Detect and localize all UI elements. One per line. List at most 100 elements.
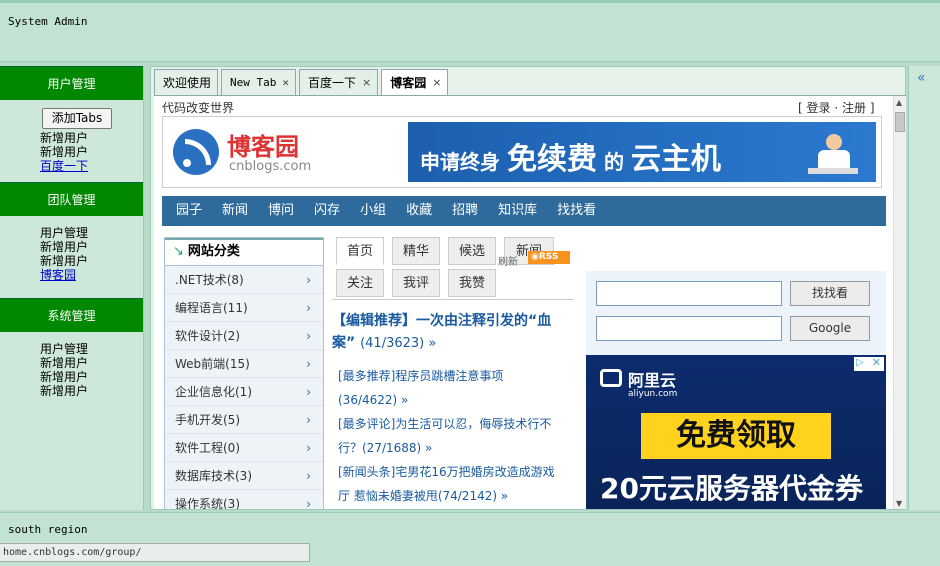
scroll-down-icon[interactable]: ▼ xyxy=(896,499,902,508)
tab-close-icon[interactable]: × xyxy=(282,71,289,95)
nav-item[interactable]: 小组 xyxy=(360,196,386,226)
register-link[interactable]: 注册 xyxy=(842,101,866,115)
editor-pick[interactable]: 【编辑推荐】一次由注释引发的“血案” (41/3623) » xyxy=(332,310,562,355)
category-item[interactable]: Web前端(15) › xyxy=(165,350,323,378)
category-item[interactable]: 手机开发(5) › xyxy=(165,406,323,434)
cnblogs-logo[interactable]: 博客园 cnblogs.com xyxy=(173,127,343,179)
site-nav: 园子 新闻 博问 闪存 小组 收藏 招聘 知识库 找找看 xyxy=(162,196,886,226)
refresh-link[interactable]: 刷新 xyxy=(498,253,518,268)
post-tab-home[interactable]: 首页 xyxy=(336,237,384,265)
accordion-header-system-management[interactable]: 系统管理 xyxy=(0,298,143,332)
news-item-stat[interactable]: 行？(27/1688) » xyxy=(338,436,563,460)
separator: · xyxy=(834,101,839,115)
scroll-up-icon[interactable]: ▲ xyxy=(896,98,902,107)
news-item[interactable]: [新闻头条]宅男花16万把婚房改造成游戏 xyxy=(338,460,563,484)
post-tab-my-likes[interactable]: 我赞 xyxy=(448,269,496,297)
login-link[interactable]: 登录 xyxy=(807,101,831,115)
tab-cnblogs[interactable]: 博客园 × xyxy=(381,69,449,96)
menu-item[interactable]: 新增用户 xyxy=(40,370,143,384)
bracket: [ xyxy=(798,101,803,115)
sidebar-title: 网站分类 xyxy=(187,244,240,259)
category-item[interactable]: 企业信息化(1) › xyxy=(165,378,323,406)
chevron-right-icon: › xyxy=(306,469,311,483)
news-list: [最多推荐]程序员跳槽注意事项 (36/4622) » [最多评论]为生活可以忍… xyxy=(338,364,563,508)
link-baidu[interactable]: 百度一下 xyxy=(40,159,143,173)
corner-arrow-icon: ↘ xyxy=(173,244,184,259)
accordion-header-user-management[interactable]: 用户管理 xyxy=(0,66,143,100)
tab-label: 百度一下 xyxy=(308,75,357,90)
post-tab-featured[interactable]: 精华 xyxy=(392,237,440,265)
ad-coupon: 20元云服务器代金券 xyxy=(600,472,863,505)
nav-item[interactable]: 博问 xyxy=(268,196,294,226)
tab-close-icon[interactable]: × xyxy=(432,71,441,95)
news-item[interactable]: [最多评论]为生活可以忍，侮辱技术行不 xyxy=(338,412,563,436)
category-item[interactable]: 操作系统(3) › xyxy=(165,490,323,509)
aliyun-ad[interactable]: ▷ ✕ 阿里云 aliyun.com 免费领取 20元云服务器代金券 xyxy=(586,355,886,509)
category-item[interactable]: .NET技术(8) › xyxy=(165,266,323,294)
rss-badge[interactable]: ◉RSS xyxy=(528,251,570,264)
category-item[interactable]: 软件工程(0) › xyxy=(165,434,323,462)
site-search-input[interactable] xyxy=(596,281,782,306)
ad-brand: 阿里云 aliyun.com xyxy=(628,367,677,399)
accordion-header-team-management[interactable]: 团队管理 xyxy=(0,182,143,216)
chevron-right-icon: › xyxy=(306,497,311,509)
adchoices-icon[interactable]: ▷ ✕ xyxy=(854,356,884,371)
expand-icon[interactable]: « xyxy=(917,70,926,86)
menu-item[interactable]: 新增用户 xyxy=(40,145,143,159)
menu-item[interactable]: 新增用户 xyxy=(40,384,143,398)
post-tab-candidate[interactable]: 候选 xyxy=(448,237,496,265)
nav-item[interactable]: 新闻 xyxy=(222,196,248,226)
tab-close-icon[interactable]: × xyxy=(362,71,371,95)
google-search-input[interactable] xyxy=(596,316,782,341)
ad-free-claim: 免费领取 xyxy=(641,413,831,459)
category-item[interactable]: 编程语言(11) › xyxy=(165,294,323,322)
category-item[interactable]: 软件设计(2) › xyxy=(165,322,323,350)
category-item[interactable]: 数据库技术(3) › xyxy=(165,462,323,490)
vertical-scrollbar[interactable]: ▲ ▼ xyxy=(893,96,906,509)
bracket: ] xyxy=(869,101,875,115)
center-tabs-panel: 欢迎使用 New Tab × 百度一下 × 博客园 × 代码改变世界 [ 登录 … xyxy=(150,66,906,510)
accordion-body-user-management: 添加Tabs 新增用户 新增用户 百度一下 xyxy=(0,100,143,182)
post-tab-follow[interactable]: 关注 xyxy=(336,269,384,297)
nav-item[interactable]: 收藏 xyxy=(406,196,432,226)
search-box: 找找看 Google xyxy=(586,271,886,357)
tab-baidu[interactable]: 百度一下 × xyxy=(299,69,379,95)
menu-item[interactable]: 用户管理 xyxy=(40,226,143,240)
banner-ad[interactable]: 申请终身 免续费 的 云主机 xyxy=(408,122,876,182)
nav-item[interactable]: 知识库 xyxy=(498,196,537,226)
post-tab-my-comments[interactable]: 我评 xyxy=(392,269,440,297)
tab-new-tab[interactable]: New Tab × xyxy=(221,69,296,95)
info-icon: ▷ xyxy=(856,357,864,368)
chevron-right-icon: › xyxy=(306,413,311,427)
tab-welcome[interactable]: 欢迎使用 xyxy=(154,69,219,95)
logo-text-en: cnblogs.com xyxy=(229,159,312,174)
menu-item[interactable]: 新增用户 xyxy=(40,254,143,268)
tab-label: New Tab xyxy=(230,75,277,89)
link-cnblogs[interactable]: 博客园 xyxy=(40,268,143,282)
scroll-thumb[interactable] xyxy=(895,112,905,132)
east-region-collapsed: « xyxy=(908,66,940,510)
nav-item[interactable]: 园子 xyxy=(176,196,202,226)
nav-item[interactable]: 找找看 xyxy=(557,196,596,226)
tab-label: 欢迎使用 xyxy=(163,75,212,90)
west-accordion: 用户管理 添加Tabs 新增用户 新增用户 百度一下 团队管理 用户管理 新增用… xyxy=(0,66,144,510)
google-button[interactable]: Google xyxy=(790,316,870,341)
news-item[interactable]: [最多推荐]程序员跳槽注意事项 xyxy=(338,364,563,388)
menu-item[interactable]: 新增用户 xyxy=(40,131,143,145)
chevron-right-icon: › xyxy=(306,301,311,315)
news-item-stat[interactable]: 厅 惹恼未婚妻被甩(74/2142) » xyxy=(338,484,563,508)
news-item-stat[interactable]: (36/4622) » xyxy=(338,388,563,412)
menu-item[interactable]: 用户管理 xyxy=(40,342,143,356)
tab-strip: 欢迎使用 New Tab × 百度一下 × 博客园 × xyxy=(154,69,451,96)
cnblogs-iframe: 代码改变世界 [ 登录 · 注册 ] 博客园 cnblogs.com 申请终身 … xyxy=(154,95,906,509)
logo-text-cn: 博客园 xyxy=(227,133,299,161)
add-tabs-button[interactable]: 添加Tabs xyxy=(42,108,112,129)
menu-item[interactable]: 新增用户 xyxy=(40,356,143,370)
nav-item[interactable]: 招聘 xyxy=(452,196,478,226)
tabs-divider xyxy=(332,299,574,300)
chevron-right-icon: › xyxy=(306,273,311,287)
banner-text-a: 申请终身 xyxy=(420,150,500,174)
nav-item[interactable]: 闪存 xyxy=(314,196,340,226)
search-button[interactable]: 找找看 xyxy=(790,281,870,306)
menu-item[interactable]: 新增用户 xyxy=(40,240,143,254)
